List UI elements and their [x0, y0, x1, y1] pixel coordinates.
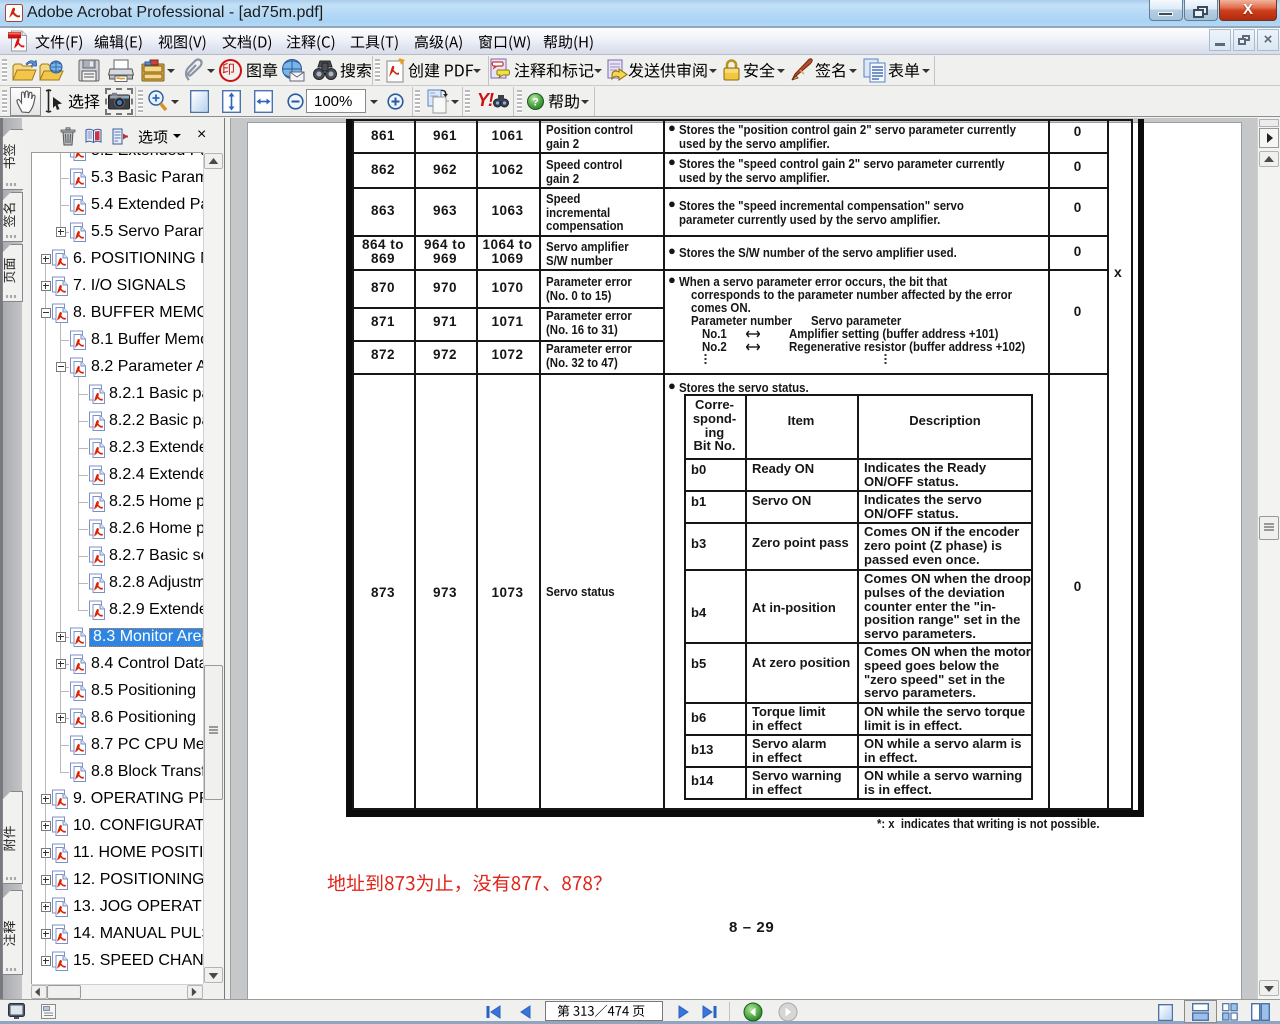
svg-text:?: ? [532, 97, 539, 109]
